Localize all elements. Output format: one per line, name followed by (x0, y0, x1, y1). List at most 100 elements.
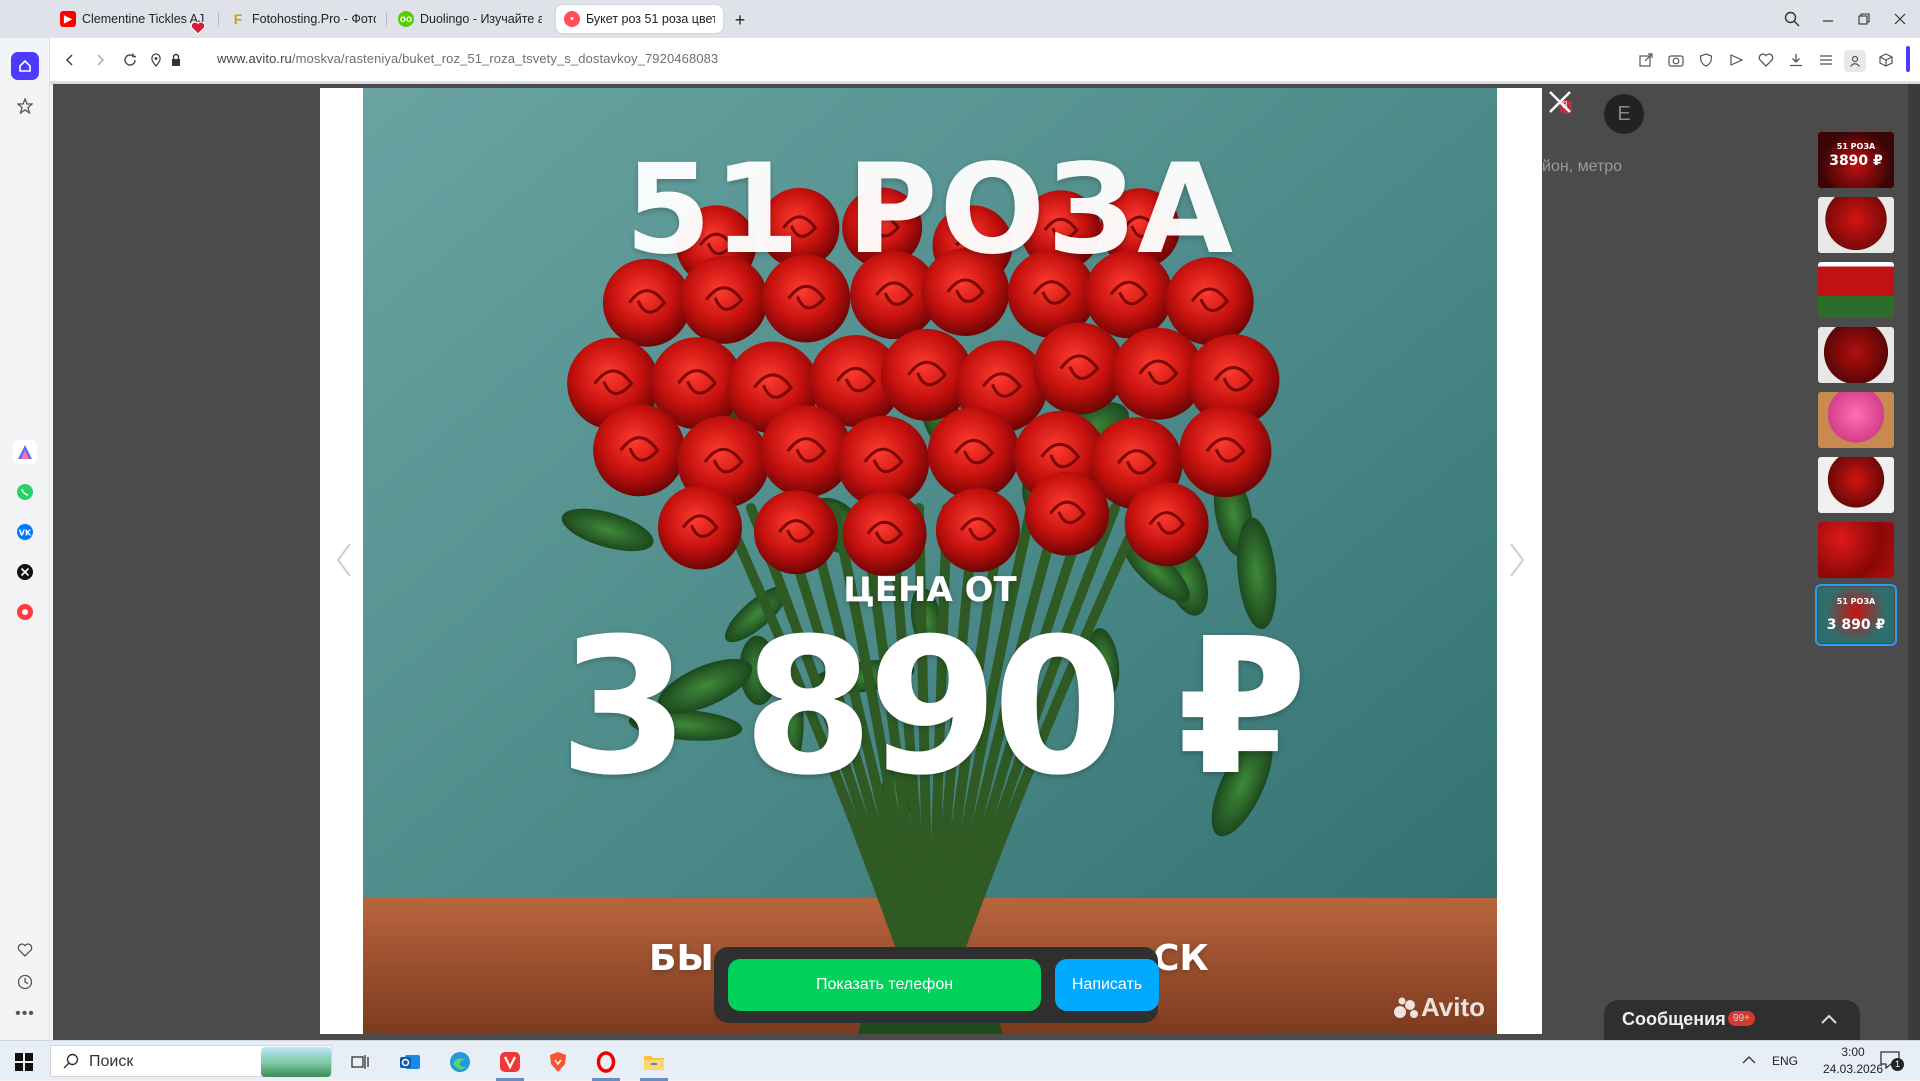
heart-badge-icon (190, 20, 206, 36)
messages-badge: 99+ (1728, 1011, 1755, 1026)
chevron-up-icon[interactable] (1820, 1010, 1838, 1033)
x-icon[interactable] (13, 560, 37, 584)
write-message-label: Написать (1071, 976, 1143, 993)
close-gallery-button[interactable] (1544, 88, 1576, 120)
tray-chevron-up-icon[interactable] (1742, 1053, 1756, 1071)
history-icon[interactable] (13, 970, 37, 994)
avito-icon: • (564, 11, 580, 27)
profile-icon[interactable] (1844, 50, 1866, 72)
thumbnail-title: 51 РОЗА (1836, 597, 1876, 606)
sidebar-toggle[interactable] (1906, 46, 1910, 72)
share-icon[interactable] (1636, 50, 1656, 70)
browser-sidebar: VK ••• (0, 0, 50, 1040)
thumbnail-price: 3890 ₽ (1829, 153, 1883, 169)
star-icon[interactable] (13, 94, 37, 118)
photo-bottom-left-text: БЫ (649, 938, 714, 979)
aria-icon[interactable] (13, 440, 37, 464)
next-photo-button[interactable] (1507, 542, 1527, 587)
photo-headline: 51 РОЗА (624, 138, 1236, 282)
messages-label: Сообщения (1622, 1009, 1726, 1029)
lock-icon[interactable] (166, 50, 186, 70)
thumbnail-3[interactable] (1818, 262, 1894, 318)
edge-icon[interactable] (440, 1046, 480, 1078)
task-view-icon[interactable] (340, 1046, 380, 1078)
thumbnail-4[interactable] (1818, 327, 1894, 383)
tab-bar: ▶ Clementine Tickles AJ - Rc F Fotohosti… (0, 0, 1920, 38)
avito-watermark-text: Avito (1421, 992, 1486, 1022)
clock[interactable]: 3:00 24.03.2026 (1818, 1045, 1888, 1076)
photo-bottom-right-text: СК (1153, 938, 1209, 979)
tab-fotohosting[interactable]: F Fotohosting.Pro - Фотохо (222, 5, 384, 33)
fotohosting-icon: F (233, 11, 243, 27)
address-bar: www.avito.ru/moskva/rasteniya/buket_roz_… (50, 38, 1920, 82)
opera-taskbar-icon[interactable] (586, 1046, 626, 1081)
duolingo-icon: oo (398, 11, 414, 27)
show-phone-button[interactable]: Показать телефон (728, 959, 1041, 1011)
write-message-button[interactable]: Написать (1055, 959, 1159, 1011)
language-indicator[interactable]: ENG (1772, 1054, 1798, 1068)
back-icon[interactable] (60, 50, 80, 70)
music-icon[interactable] (13, 600, 37, 624)
notification-center-icon[interactable]: 1 (1880, 1051, 1904, 1073)
notification-badge: 1 (1891, 1058, 1904, 1071)
url-field[interactable]: www.avito.ru/moskva/rasteniya/buket_roz_… (217, 51, 718, 66)
shield-icon[interactable] (1696, 50, 1716, 70)
new-tab-button[interactable]: + (730, 10, 750, 30)
address-hint: йон, метро (1542, 158, 1623, 175)
bookmark-heart-icon[interactable] (1756, 50, 1776, 70)
search-icon (63, 1053, 79, 1074)
taskbar: Поиск ENG 3:00 24.03.2026 1 (0, 1040, 1920, 1081)
contact-panel: Показать телефон Написать (714, 947, 1159, 1023)
search-highlight-image (261, 1047, 331, 1077)
close-window-button[interactable] (1886, 6, 1914, 32)
thumbnail-1[interactable]: 51 РОЗА 3890 ₽ (1818, 132, 1894, 188)
page-scrollbar[interactable] (1908, 84, 1920, 1040)
youtube-icon: ▶ (60, 11, 76, 27)
avatar[interactable]: E (1604, 94, 1644, 134)
clock-date: 24.03.2026 (1822, 1062, 1884, 1076)
prev-photo-button[interactable] (334, 542, 354, 587)
thumbnail-title: 51 РОЗА (1836, 142, 1876, 151)
thumbnail-5[interactable] (1818, 392, 1894, 448)
outlook-icon[interactable] (390, 1046, 430, 1078)
file-explorer-icon[interactable] (634, 1046, 674, 1081)
thumbnail-6[interactable] (1818, 457, 1894, 513)
messages-widget[interactable]: Сообщения 99+ (1604, 1000, 1860, 1040)
search-placeholder: Поиск (89, 1053, 134, 1070)
heart-icon[interactable] (13, 938, 37, 962)
tab-search-icon[interactable] (1778, 6, 1806, 32)
vk-icon[interactable]: VK (13, 520, 37, 544)
more-icon[interactable]: ••• (13, 1002, 37, 1026)
url-path: /moskva/rasteniya/buket_roz_51_roza_tsve… (291, 51, 719, 66)
reload-icon[interactable] (120, 50, 140, 70)
vivaldi-icon[interactable] (490, 1046, 530, 1081)
clock-time: 3:00 (1841, 1045, 1865, 1059)
minimize-button[interactable] (1814, 6, 1842, 32)
home-icon[interactable] (11, 52, 39, 80)
brave-icon[interactable] (538, 1046, 578, 1078)
svg-text:VK: VK (19, 529, 32, 538)
photo-price: 3 890 ₽ (558, 598, 1308, 817)
thumbnail-8[interactable]: 51 РОЗА 3 890 ₽ (1815, 584, 1897, 646)
location-pin-icon[interactable] (146, 50, 166, 70)
windows-start-icon[interactable] (4, 1046, 44, 1078)
main-photo[interactable]: 51 РОЗА ЦЕНА ОТ 3 890 ₽ БЫ СК Avito (363, 88, 1497, 1034)
restore-button[interactable] (1850, 6, 1878, 32)
tab-avito-active[interactable]: • Букет роз 51 роза цветы (556, 5, 723, 33)
avito-logo-icon (1394, 997, 1418, 1018)
forward-icon[interactable] (90, 50, 110, 70)
avatar-letter: E (1617, 102, 1631, 125)
avito-watermark: Avito (1393, 992, 1485, 1023)
extensions-icon[interactable] (1876, 50, 1896, 70)
send-icon[interactable] (1726, 50, 1746, 70)
whatsapp-icon[interactable] (13, 480, 37, 504)
url-host: www.avito.ru (217, 51, 292, 66)
thumbnail-7[interactable] (1818, 522, 1894, 578)
camera-icon[interactable] (1666, 50, 1686, 70)
thumbnail-price: 3 890 ₽ (1826, 617, 1886, 633)
thumbnail-2[interactable] (1818, 197, 1894, 253)
taskbar-search-field[interactable]: Поиск (50, 1045, 332, 1077)
tab-duolingo[interactable]: oo Duolingo - Изучайте анг (390, 5, 550, 33)
easy-setup-icon[interactable] (1816, 50, 1836, 70)
download-icon[interactable] (1786, 50, 1806, 70)
